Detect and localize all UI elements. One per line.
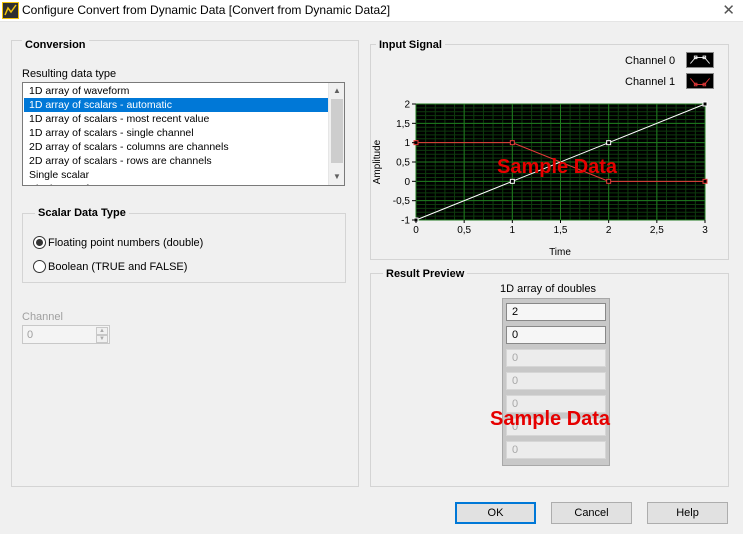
result-preview-watermark: Sample Data — [490, 408, 611, 430]
window-title: Configure Convert from Dynamic Data [Con… — [22, 3, 391, 17]
array-element: 0 — [506, 349, 606, 367]
scroll-thumb[interactable] — [331, 99, 343, 163]
data-point-channel-1 — [509, 140, 515, 146]
data-type-option[interactable]: Single waveform — [24, 182, 328, 185]
y-tick-label: 1 — [404, 138, 410, 149]
x-tick-label: 2,5 — [650, 225, 664, 236]
result-preview-heading: Result Preview — [383, 268, 468, 280]
close-icon[interactable]: ✕ — [722, 1, 735, 19]
x-tick-label: 0,5 — [457, 225, 471, 236]
radio-double-icon[interactable] — [33, 236, 46, 249]
y-tick-label: -1 — [401, 216, 410, 227]
data-type-option[interactable]: Single scalar — [24, 168, 328, 182]
data-point-channel-0 — [509, 178, 515, 184]
ok-button[interactable]: OK — [455, 502, 536, 524]
channel-value: 0 — [27, 329, 34, 341]
data-type-option[interactable]: 1D array of scalars - single channel — [24, 126, 328, 140]
array-element: 0 — [506, 326, 606, 344]
input-signal-watermark: Sample Data — [497, 156, 618, 178]
result-array: 2000000 — [502, 298, 610, 466]
data-type-option[interactable]: 1D array of waveform — [24, 84, 328, 98]
data-type-option[interactable]: 1D array of scalars - most recent value — [24, 112, 328, 126]
data-point-channel-1 — [606, 178, 612, 184]
y-tick-label: -0,5 — [393, 196, 411, 207]
data-point-channel-0 — [702, 101, 708, 107]
input-signal-chart: 0 0,5 1 1,5 2 2,5 3 2 1,5 1 0,5 0 -0,5 -1 Time Amplit… — [372, 100, 708, 259]
array-element: 0 — [506, 441, 606, 459]
labview-app-icon — [2, 2, 19, 19]
data-type-option[interactable]: 2D array of scalars - columns are channe… — [24, 140, 328, 154]
list-scrollbar[interactable]: ▲ ▼ — [328, 83, 344, 185]
conversion-heading: Conversion — [22, 39, 89, 51]
scroll-down-icon[interactable]: ▼ — [329, 170, 344, 184]
x-tick-label: 3 — [702, 225, 708, 236]
data-type-option[interactable]: 1D array of scalars - automatic — [24, 98, 328, 112]
radio-double-label: Floating point numbers (double) — [48, 237, 204, 249]
radio-boolean-icon[interactable] — [33, 260, 46, 273]
title-bar: Configure Convert from Dynamic Data [Con… — [0, 0, 743, 22]
channel-input[interactable]: 0 ▲ ▼ — [22, 325, 110, 344]
x-tick-label: 0 — [413, 225, 419, 236]
array-element: 2 — [506, 303, 606, 321]
decrement-icon[interactable]: ▼ — [96, 335, 108, 343]
x-tick-label: 2 — [606, 225, 612, 236]
data-point-channel-1 — [702, 178, 708, 184]
scroll-up-icon[interactable]: ▲ — [329, 84, 344, 98]
y-tick-label: 0 — [404, 177, 410, 188]
radio-boolean-label: Boolean (TRUE and FALSE) — [48, 261, 188, 273]
channel-label: Channel — [22, 311, 63, 323]
x-axis-label: Time — [549, 247, 571, 258]
x-tick-label: 1 — [510, 225, 516, 236]
array-label: 1D array of doubles — [500, 283, 596, 295]
increment-icon[interactable]: ▲ — [96, 327, 108, 335]
resulting-data-type-label: Resulting data type — [22, 68, 117, 80]
y-tick-label: 0,5 — [396, 158, 410, 169]
data-type-option[interactable]: 2D array of scalars - rows are channels — [24, 154, 328, 168]
y-tick-label: 2 — [404, 100, 410, 111]
y-tick-label: 1,5 — [396, 119, 410, 130]
x-tick-label: 1,5 — [554, 225, 568, 236]
y-axis-label: Amplitude — [372, 139, 383, 184]
array-element: 0 — [506, 372, 606, 390]
cancel-button[interactable]: Cancel — [551, 502, 632, 524]
data-point-channel-0 — [606, 140, 612, 146]
scalar-data-type-heading: Scalar Data Type — [35, 207, 129, 219]
resulting-data-type-list[interactable]: 1D array of waveform 1D array of scalars … — [22, 82, 345, 186]
help-button[interactable]: Help — [647, 502, 728, 524]
